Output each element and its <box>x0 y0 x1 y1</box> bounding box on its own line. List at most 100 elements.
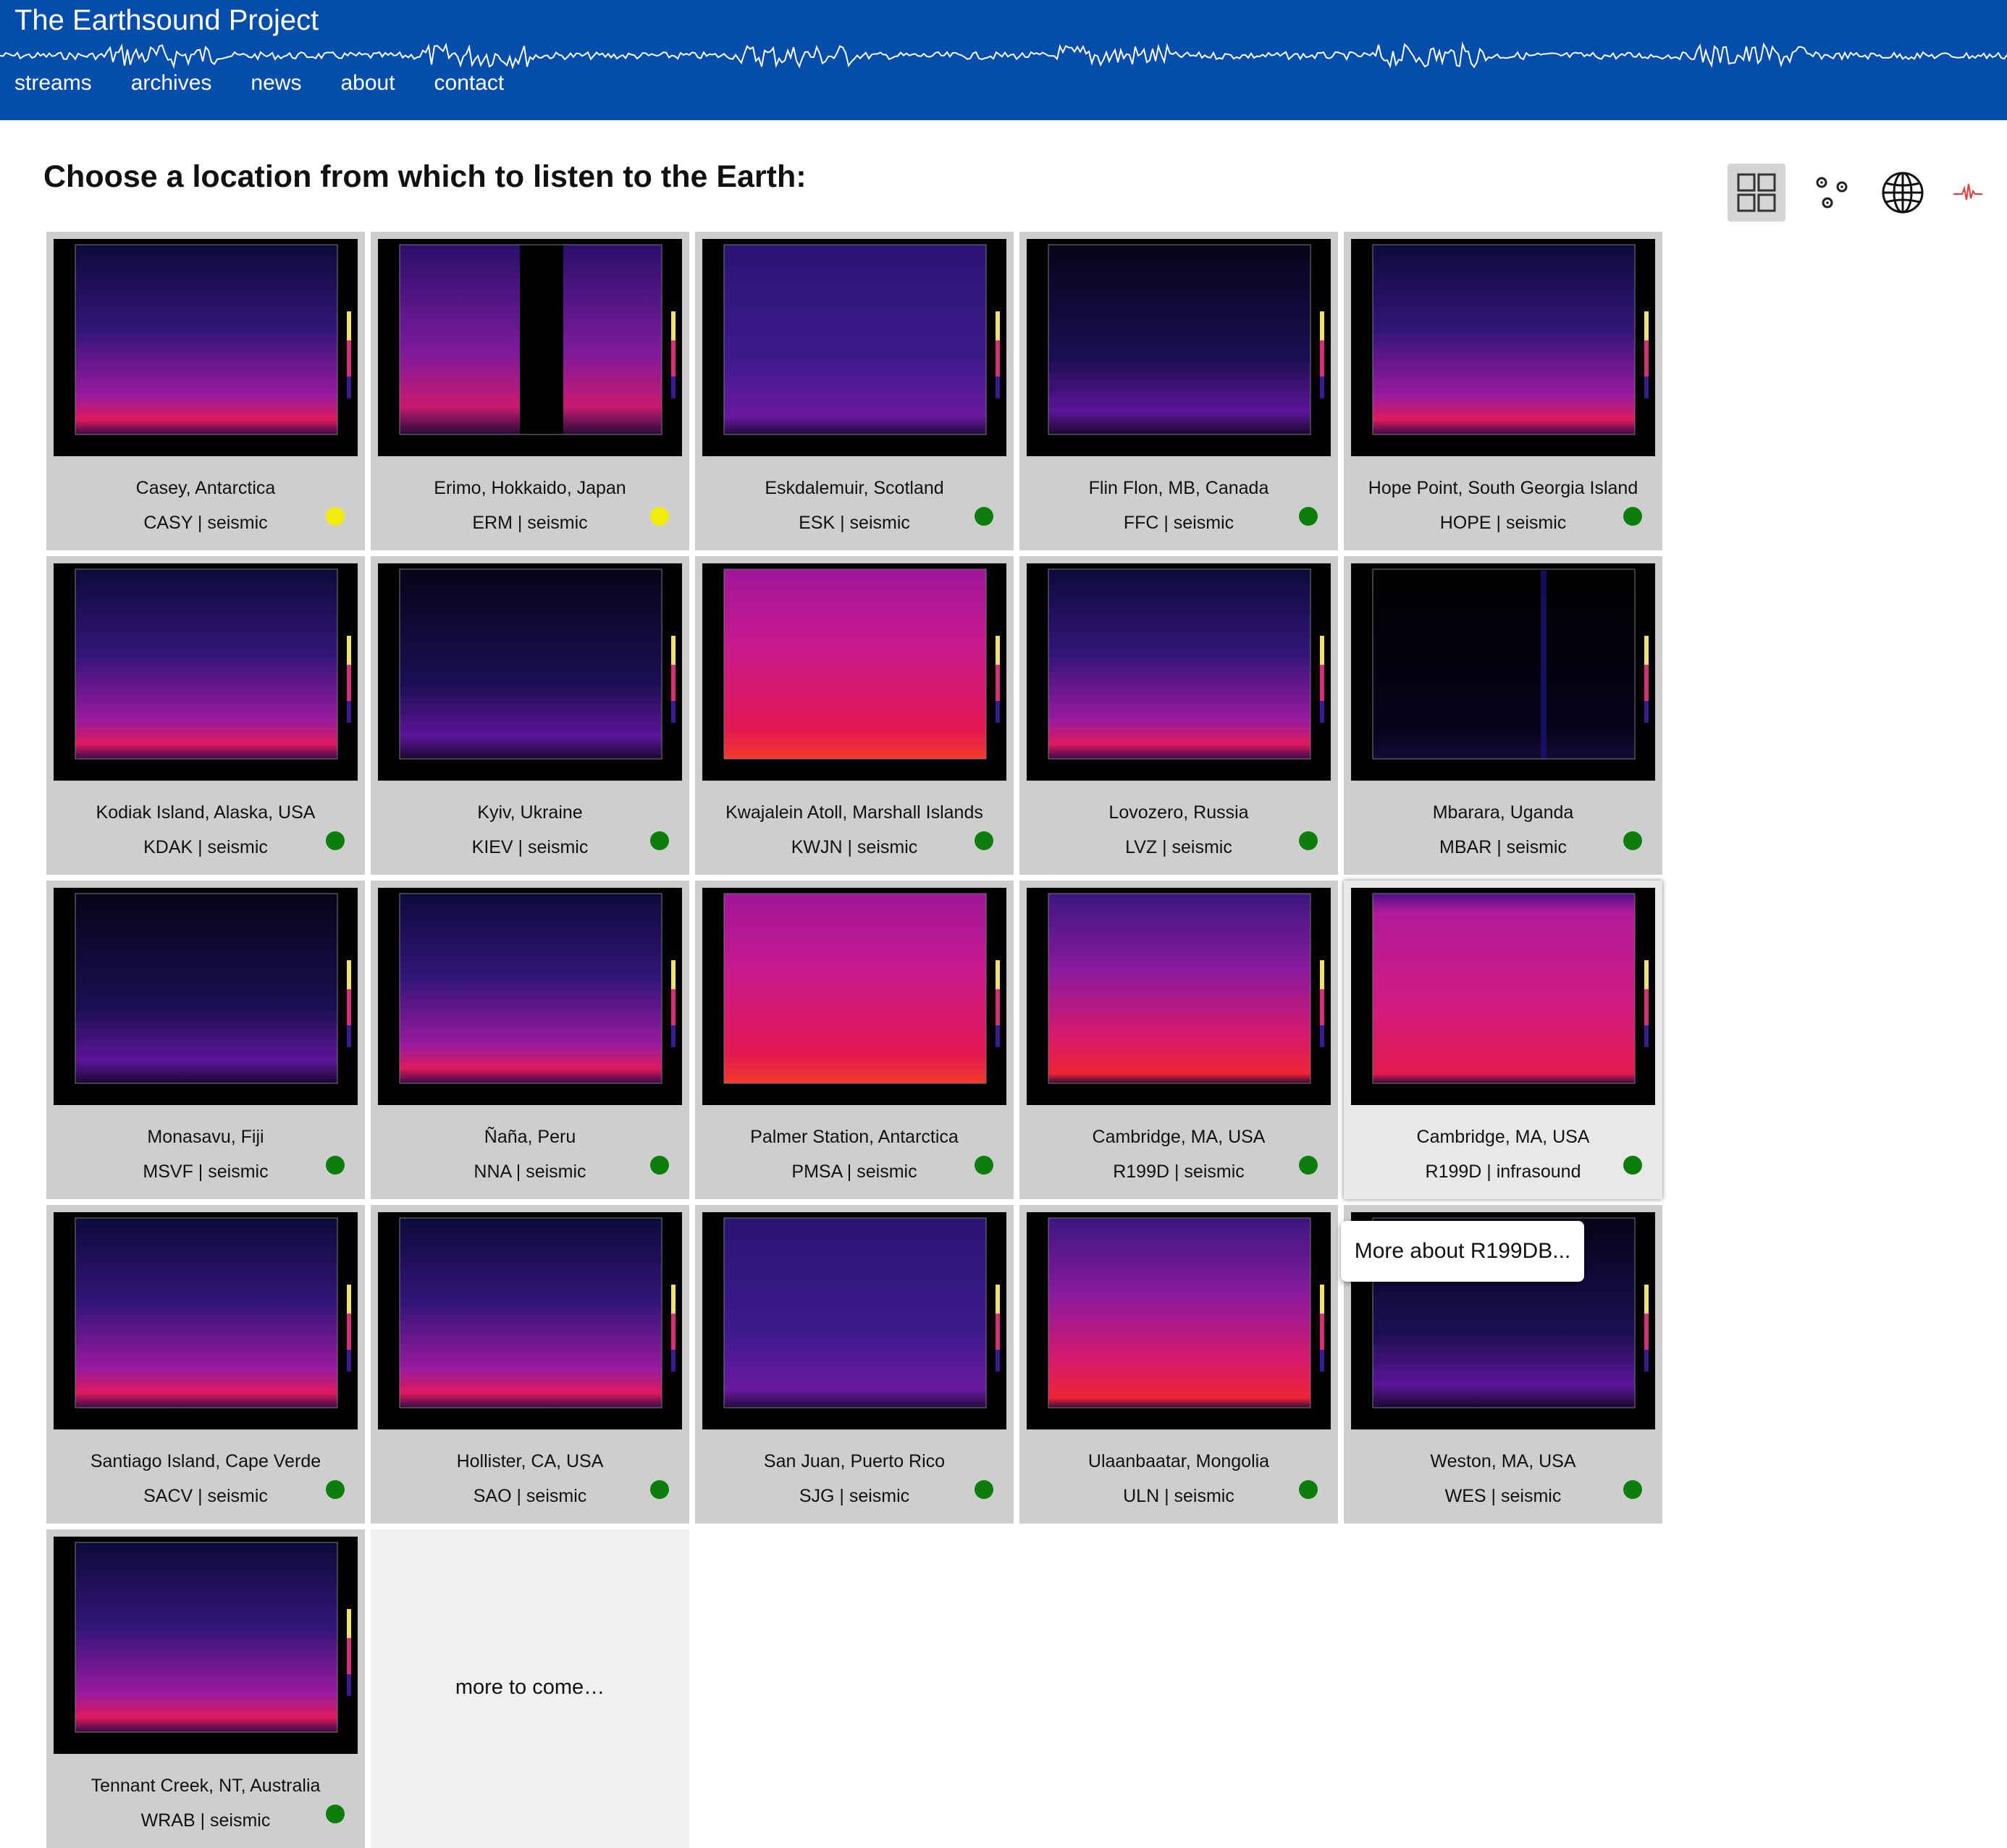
station-code: HOPE | seismic <box>1439 513 1567 533</box>
station-name[interactable]: Kodiak Island, Alaska, USA <box>46 802 365 823</box>
station-code: R199D | seismic <box>1113 1162 1245 1182</box>
station-card[interactable]: Palmer Station, Antarctica PMSA | seismic <box>695 881 1014 1199</box>
spectrogram-thumbnail[interactable] <box>702 239 1006 456</box>
spectrogram-thumbnail[interactable] <box>378 563 682 781</box>
station-code: MBAR | seismic <box>1439 837 1567 857</box>
spectrogram-thumbnail[interactable] <box>54 888 358 1105</box>
station-code: SJG | seismic <box>799 1486 910 1506</box>
status-indicator <box>1623 1156 1642 1175</box>
nav-archives[interactable]: archives <box>131 71 212 96</box>
spectrogram-thumbnail[interactable] <box>1351 563 1655 781</box>
nav-contact[interactable]: contact <box>434 71 505 96</box>
waveform-view-button[interactable] <box>1939 164 1997 222</box>
station-card[interactable]: Ñaña, Peru NNA | seismic <box>371 881 689 1199</box>
spectrogram-thumbnail[interactable] <box>378 239 682 456</box>
more-to-come-text: more to come… <box>455 1676 605 1699</box>
station-card[interactable]: Tennant Creek, NT, Australia WRAB | seism… <box>46 1529 365 1848</box>
spectrogram-thumbnail[interactable] <box>54 1212 358 1429</box>
station-code: FFC | seismic <box>1123 513 1234 533</box>
spectrogram-thumbnail[interactable] <box>378 888 682 1105</box>
spectrogram-thumbnail[interactable] <box>702 888 1006 1105</box>
spectrogram-thumbnail[interactable] <box>54 239 358 456</box>
page-heading: Choose a location from which to listen t… <box>43 159 807 194</box>
station-name[interactable]: Kwajalein Atoll, Marshall Islands <box>695 802 1014 823</box>
station-code: KWJN | seismic <box>791 837 918 857</box>
station-card[interactable]: Hollister, CA, USA SAO | seismic <box>371 1205 689 1524</box>
spectrogram-thumbnail[interactable] <box>54 563 358 781</box>
station-name[interactable]: Eskdalemuir, Scotland <box>695 478 1014 499</box>
site-header: The Earthsound Project streams archives … <box>0 0 2007 120</box>
station-name[interactable]: Palmer Station, Antarctica <box>695 1127 1014 1148</box>
station-name[interactable]: Monasavu, Fiji <box>46 1127 365 1148</box>
station-code: ESK | seismic <box>799 513 910 533</box>
site-title[interactable]: The Earthsound Project <box>14 4 319 37</box>
station-name[interactable]: Lovozero, Russia <box>1019 802 1338 823</box>
spectrogram-thumbnail[interactable] <box>1027 888 1331 1105</box>
station-code: SACV | seismic <box>143 1486 268 1506</box>
cluster-view-icon <box>1816 177 1848 209</box>
station-code: PMSA | seismic <box>791 1162 917 1182</box>
status-indicator <box>1299 1156 1318 1175</box>
station-card[interactable]: Erimo, Hokkaido, Japan ERM | seismic <box>371 232 689 550</box>
station-code: LVZ | seismic <box>1125 837 1232 857</box>
station-card[interactable]: Monasavu, Fiji MSVF | seismic <box>46 881 365 1199</box>
grid-view-icon <box>1737 173 1776 212</box>
station-card[interactable]: Kodiak Island, Alaska, USA KDAK | seismic <box>46 556 365 875</box>
station-name[interactable]: Weston, MA, USA <box>1344 1451 1662 1472</box>
station-name[interactable]: Ñaña, Peru <box>371 1127 689 1148</box>
station-name[interactable]: Kyiv, Ukraine <box>371 802 689 823</box>
station-name[interactable]: Casey, Antarctica <box>46 478 365 499</box>
spectrogram-thumbnail[interactable] <box>378 1212 682 1429</box>
station-name[interactable]: Flin Flon, MB, Canada <box>1019 478 1338 499</box>
globe-view-button[interactable] <box>1874 164 1932 222</box>
station-card[interactable]: Cambridge, MA, USA R199D | infrasound <box>1344 881 1662 1199</box>
station-name[interactable]: Hope Point, South Georgia Island <box>1344 478 1662 499</box>
station-card[interactable]: Casey, Antarctica CASY | seismic <box>46 232 365 550</box>
station-card[interactable]: Flin Flon, MB, Canada FFC | seismic <box>1019 232 1338 550</box>
station-card[interactable]: Lovozero, Russia LVZ | seismic <box>1019 556 1338 875</box>
more-to-come-card: more to come… <box>371 1529 689 1848</box>
spectrogram-thumbnail[interactable] <box>702 1212 1006 1429</box>
station-name[interactable]: Cambridge, MA, USA <box>1344 1127 1662 1148</box>
station-card[interactable]: Eskdalemuir, Scotland ESK | seismic <box>695 232 1014 550</box>
nav-news[interactable]: news <box>251 71 301 96</box>
station-name[interactable]: Ulaanbaatar, Mongolia <box>1019 1451 1338 1472</box>
waveform-banner <box>0 41 2007 70</box>
spectrogram-thumbnail[interactable] <box>1351 888 1655 1105</box>
station-card[interactable]: Mbarara, Uganda MBAR | seismic <box>1344 556 1662 875</box>
station-card[interactable]: Hope Point, South Georgia Island HOPE | s… <box>1344 232 1662 550</box>
spectrogram-thumbnail[interactable] <box>1351 239 1655 456</box>
station-card[interactable]: Kwajalein Atoll, Marshall Islands KWJN | … <box>695 556 1014 875</box>
station-code: KIEV | seismic <box>471 837 589 857</box>
station-name[interactable]: Tennant Creek, NT, Australia <box>46 1776 365 1797</box>
station-card[interactable]: San Juan, Puerto Rico SJG | seismic <box>695 1205 1014 1524</box>
main-nav: streams archives news about contact <box>14 71 504 96</box>
spectrogram-thumbnail[interactable] <box>1027 563 1331 781</box>
spectrogram-thumbnail[interactable] <box>702 563 1006 781</box>
spectrogram-thumbnail[interactable] <box>54 1537 358 1754</box>
station-name[interactable]: Cambridge, MA, USA <box>1019 1127 1338 1148</box>
station-code: CASY | seismic <box>143 513 268 533</box>
station-name[interactable]: San Juan, Puerto Rico <box>695 1451 1014 1472</box>
station-name[interactable]: Mbarara, Uganda <box>1344 802 1662 823</box>
status-indicator <box>1623 1480 1642 1499</box>
spectrogram-thumbnail[interactable] <box>1027 1212 1331 1429</box>
station-card[interactable]: Cambridge, MA, USA R199D | seismic <box>1019 881 1338 1199</box>
nav-about[interactable]: about <box>340 71 395 96</box>
station-card[interactable]: Ulaanbaatar, Mongolia ULN | seismic <box>1019 1205 1338 1524</box>
cluster-view-button[interactable] <box>1803 164 1861 222</box>
station-code: ERM | seismic <box>472 513 588 533</box>
status-indicator <box>1299 831 1318 850</box>
grid-view-button[interactable] <box>1728 164 1785 222</box>
spectrogram-thumbnail[interactable] <box>1027 239 1331 456</box>
station-name[interactable]: Hollister, CA, USA <box>371 1451 689 1472</box>
globe-view-icon <box>1882 172 1924 214</box>
station-name[interactable]: Erimo, Hokkaido, Japan <box>371 478 689 499</box>
station-name[interactable]: Santiago Island, Cape Verde <box>46 1451 365 1472</box>
nav-streams[interactable]: streams <box>14 71 92 96</box>
station-card[interactable]: Santiago Island, Cape Verde SACV | seismi… <box>46 1205 365 1524</box>
status-indicator <box>1623 831 1642 850</box>
station-code: WES | seismic <box>1444 1486 1562 1506</box>
status-indicator <box>975 1480 993 1499</box>
station-card[interactable]: Kyiv, Ukraine KIEV | seismic <box>371 556 689 875</box>
